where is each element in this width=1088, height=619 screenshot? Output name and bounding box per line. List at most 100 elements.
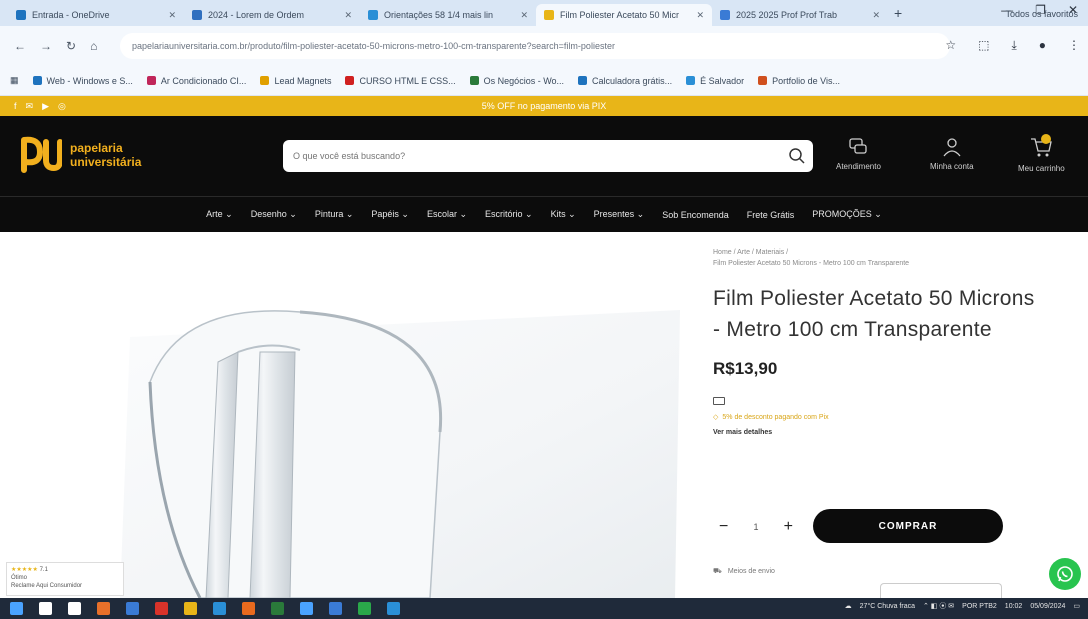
browser-tab[interactable]: Orientações 58 1/4 mais lin ✕ — [360, 4, 536, 26]
url-field[interactable]: papelariauniversitaria.com.br/produto/fi… — [120, 33, 950, 59]
tab-close-icon[interactable]: ✕ — [872, 10, 880, 21]
product-price: R$13,90 — [713, 359, 778, 378]
taskbar-app-icon[interactable] — [213, 602, 226, 615]
forward-icon[interactable]: → — [40, 39, 52, 53]
cart-icon-wrap — [1029, 134, 1053, 160]
tab-close-icon[interactable]: ✕ — [168, 10, 176, 21]
category-nav-item[interactable]: Escritório ⌄ — [485, 209, 533, 220]
start-icon[interactable] — [10, 602, 23, 615]
card-icon — [713, 397, 725, 405]
tray-icons[interactable]: ⌃ ◧ ⦿ ✉ — [923, 601, 954, 611]
bookmark-item[interactable]: Os Negócios - Wo... — [469, 76, 564, 86]
bookmark-item[interactable]: Lead Magnets — [260, 76, 331, 86]
browser-tab[interactable]: 2024 - Lorem de Ordem ✕ — [184, 4, 360, 26]
tab-label: Entrada - OneDrive — [32, 10, 110, 20]
tab-close-icon[interactable]: ✕ — [696, 10, 704, 21]
category-nav-item[interactable]: Kits ⌄ — [551, 209, 576, 220]
back-icon[interactable]: ← — [14, 39, 26, 53]
bookmark-item[interactable]: Ar Condicionado CI... — [146, 75, 247, 86]
home-icon[interactable]: ⌂ — [90, 39, 97, 53]
account-label: Minha conta — [930, 162, 974, 171]
tab-close-icon[interactable]: ✕ — [520, 10, 528, 21]
tab-close-icon[interactable]: ✕ — [344, 10, 352, 21]
logo-line2: universitária — [70, 155, 142, 169]
user-icon — [943, 138, 961, 157]
taskbar-app-icon[interactable] — [155, 602, 168, 615]
instagram-icon[interactable]: ◎ — [58, 101, 66, 112]
qty-minus-button[interactable]: − — [719, 518, 728, 536]
taskbar-app-icon[interactable] — [68, 602, 81, 615]
search-taskbar-icon[interactable] — [39, 602, 52, 615]
whatsapp-icon — [1057, 566, 1073, 582]
bookmark-favicon-icon — [32, 76, 42, 85]
mail-icon[interactable]: ✉ — [26, 101, 34, 112]
youtube-icon[interactable]: ▶ — [42, 101, 49, 112]
header-action-support[interactable]: Atendimento — [836, 136, 881, 171]
product-info: Home / Arte / Materiais / Film Poliester… — [713, 247, 1043, 601]
search-icon[interactable] — [781, 140, 813, 172]
qty-value[interactable]: 1 — [753, 522, 758, 532]
search-input[interactable] — [293, 151, 781, 161]
category-nav-item[interactable]: Pintura ⌄ — [315, 209, 354, 220]
star-icon[interactable]: ☆ — [945, 38, 956, 53]
payment-details-link[interactable]: Ver mais detalhes — [713, 429, 1043, 436]
bookmark-item[interactable]: Calculadora grátis... — [578, 76, 672, 86]
clock-date[interactable]: 05/09/2024 — [1030, 603, 1065, 610]
notifications-icon[interactable]: ▭ — [1073, 602, 1080, 610]
clock-time[interactable]: 10:02 — [1005, 603, 1023, 610]
address-bar-row: ← → ↻ ⌂ papelariauniversitaria.com.br/produ… — [0, 26, 1088, 66]
profile-icon[interactable]: ● — [1039, 38, 1046, 53]
bookmark-label: CURSO HTML E CSS... — [359, 75, 456, 86]
product-image[interactable] — [0, 232, 690, 598]
rating-widget[interactable]: ★★★★★ 7.1 Ótimo Reclame Aqui Consumidor — [6, 562, 124, 596]
weather-icon: ☁ — [844, 603, 852, 610]
category-nav-item[interactable]: PROMOÇÕES ⌄ — [812, 209, 882, 220]
site-logo[interactable]: papelaria universitária — [20, 134, 141, 176]
category-nav-item[interactable]: Sob Encomenda — [662, 210, 729, 220]
cart-label: Meu carrinho — [1018, 164, 1065, 173]
search-bar — [283, 140, 813, 172]
bookmark-item[interactable]: É Salvador — [686, 76, 744, 86]
facebook-icon[interactable]: f — [14, 101, 17, 112]
browser-tab[interactable]: 2025 2025 Prof Prof Trab ✕ — [712, 4, 888, 26]
reload-icon[interactable]: ↻ — [66, 39, 76, 53]
category-nav-item[interactable]: Desenho ⌄ — [251, 209, 297, 220]
qty-plus-button[interactable]: + — [784, 518, 793, 536]
taskbar-app-icon[interactable] — [126, 602, 139, 615]
bookmark-item[interactable]: Portfolio de Vis... — [758, 76, 840, 86]
taskbar-app-icon[interactable] — [242, 602, 255, 615]
extensions-icon[interactable]: ⬚ — [978, 38, 989, 53]
browser-tab[interactable]: Entrada - OneDrive ✕ — [8, 4, 184, 26]
category-nav-item[interactable]: Arte ⌄ — [206, 209, 233, 220]
breadcrumb-path[interactable]: Home / Arte / Materiais / — [713, 247, 1043, 258]
bookmark-label: Calculadora grátis... — [592, 75, 673, 86]
tab-label: Film Poliester Acetato 50 Micr — [560, 10, 680, 20]
taskbar-app-icon[interactable] — [271, 602, 284, 615]
apps-icon[interactable]: ▦ — [10, 75, 19, 86]
quantity-stepper: − 1 + — [713, 518, 799, 536]
taskbar-app-icon[interactable] — [387, 602, 400, 615]
bookmark-item[interactable]: CURSO HTML E CSS... — [345, 75, 456, 86]
category-nav-item[interactable]: Presentes ⌄ — [594, 209, 645, 220]
buy-button[interactable]: COMPRAR — [813, 509, 1003, 543]
language-indicator[interactable]: POR PTB2 — [962, 603, 997, 610]
category-nav-item[interactable]: Papéis ⌄ — [371, 209, 409, 220]
category-nav-item[interactable]: Frete Grátis — [747, 210, 795, 220]
tab-favicon-icon — [544, 10, 554, 20]
header-action-cart[interactable]: Meu carrinho — [1018, 134, 1065, 173]
category-nav-item[interactable]: Escolar ⌄ — [427, 209, 467, 220]
whatsapp-button[interactable] — [1049, 558, 1081, 590]
taskbar-app-icon[interactable] — [184, 602, 197, 615]
taskbar-app-icon[interactable] — [97, 602, 110, 615]
taskbar-app-icon[interactable] — [329, 602, 342, 615]
bookmarks-right[interactable]: Todos os favoritos — [1005, 9, 1078, 19]
download-icon[interactable]: ⤓ — [1011, 38, 1016, 53]
taskbar-app-icon[interactable] — [358, 602, 371, 615]
browser-tab[interactable]: Film Poliester Acetato 50 Micr ✕ — [536, 4, 712, 26]
menu-icon[interactable]: ⋮ — [1068, 38, 1080, 53]
taskbar-app-icon[interactable] — [300, 602, 313, 615]
bookmark-item[interactable]: Web - Windows e S... — [32, 76, 133, 86]
header-action-account[interactable]: Minha conta — [930, 136, 974, 171]
bookmark-label: Ar Condicionado CI... — [160, 75, 247, 86]
new-tab-button[interactable]: + — [894, 5, 902, 21]
